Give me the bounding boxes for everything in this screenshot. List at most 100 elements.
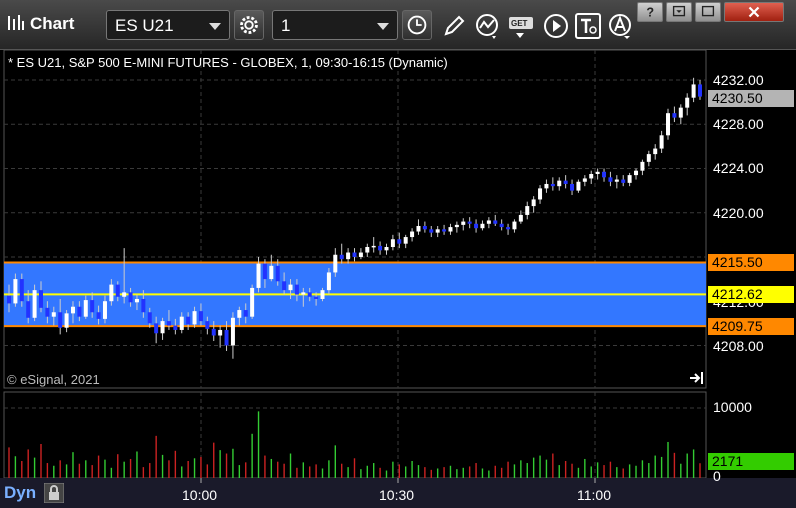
candle-body xyxy=(38,290,43,308)
copyright-text: © eSignal, 2021 xyxy=(7,372,100,387)
candle-body xyxy=(563,180,568,184)
candle-body xyxy=(506,227,511,230)
candle-body xyxy=(173,325,178,330)
candle-body xyxy=(237,310,242,318)
candle-body xyxy=(499,223,504,228)
candle-body xyxy=(627,175,632,183)
candle-body xyxy=(346,252,351,260)
candle-body xyxy=(288,284,293,291)
svg-text:?: ? xyxy=(646,6,654,20)
mid-line-tag: 4212.62 xyxy=(708,286,794,303)
candle-body xyxy=(128,292,133,303)
studies-icon[interactable] xyxy=(474,12,502,40)
candle-body xyxy=(13,279,18,304)
symbol-selector[interactable]: ES U21 xyxy=(106,10,230,40)
lock-icon[interactable] xyxy=(44,483,64,503)
candle-body xyxy=(461,221,466,225)
lower-band-tag: 4209.75 xyxy=(708,318,794,335)
interval-selector[interactable]: 1 xyxy=(272,10,398,40)
candle-body xyxy=(512,221,517,230)
volume-axis-label: 0 xyxy=(713,468,721,484)
candle-body xyxy=(659,135,664,149)
candle-body xyxy=(122,292,127,297)
candle-body xyxy=(416,225,421,232)
candle-body xyxy=(621,179,626,183)
candle-body xyxy=(358,252,363,257)
price-axis-label: 4232.00 xyxy=(713,72,764,88)
candle-body xyxy=(442,229,447,232)
candle-body xyxy=(429,229,434,233)
time-axis-label: 10:00 xyxy=(182,487,218,503)
play-icon[interactable] xyxy=(542,12,570,40)
price-chart[interactable] xyxy=(0,50,796,508)
pencil-draw-icon[interactable] xyxy=(440,12,468,40)
time-axis-label: 10:30 xyxy=(379,487,415,503)
candle-body xyxy=(653,148,658,155)
restore-icon[interactable] xyxy=(666,2,692,22)
candle-body xyxy=(96,312,101,319)
candle-body xyxy=(166,321,171,326)
price-pane-frame xyxy=(3,50,707,389)
settings-gear-icon[interactable] xyxy=(234,10,264,40)
candle-body xyxy=(32,290,37,318)
candle-body xyxy=(614,179,619,182)
candle-body xyxy=(544,183,549,189)
candle-body xyxy=(646,154,651,162)
price-axis-label: 4208.00 xyxy=(713,338,764,354)
candle-body xyxy=(186,316,191,325)
expand-right-icon[interactable] xyxy=(688,370,706,386)
price-axis-label: 4224.00 xyxy=(713,160,764,176)
minimize-icon[interactable] xyxy=(695,2,721,22)
candle-body xyxy=(666,113,671,136)
candle-body xyxy=(557,180,562,187)
candle-body xyxy=(211,328,216,336)
candle-body xyxy=(45,307,50,317)
candle-body xyxy=(26,301,31,318)
candle-body xyxy=(333,254,338,273)
candle-body xyxy=(403,237,408,244)
upper-band-tag: 4215.50 xyxy=(708,254,794,271)
candle-body xyxy=(672,113,677,118)
candle-body xyxy=(102,301,107,319)
price-axis-label: 4220.00 xyxy=(713,205,764,221)
candle-body xyxy=(691,84,696,98)
candle-body xyxy=(224,329,229,346)
chart-area: * ES U21, S&P 500 E-MINI FUTURES - GLOBE… xyxy=(0,50,796,508)
symbol-value: ES U21 xyxy=(115,16,174,35)
candle-body xyxy=(608,177,613,182)
alert-icon[interactable] xyxy=(606,12,634,40)
candle-body xyxy=(435,229,440,233)
help-icon[interactable]: ? xyxy=(637,2,663,22)
candle-body xyxy=(192,311,197,325)
chart-app-icon xyxy=(8,15,24,30)
candle-body xyxy=(320,290,325,299)
candle-body xyxy=(448,227,453,232)
candle-body xyxy=(474,223,479,229)
text-tool-icon[interactable] xyxy=(574,12,602,40)
candle-body xyxy=(134,298,139,303)
candle-body xyxy=(531,199,536,207)
candle-body xyxy=(518,214,523,222)
candle-body xyxy=(90,300,95,313)
candle-body xyxy=(160,321,165,334)
close-icon[interactable] xyxy=(724,2,784,22)
candle-body xyxy=(314,296,319,299)
candle-body xyxy=(230,317,235,346)
get-data-icon[interactable]: GET xyxy=(508,12,536,40)
candle-body xyxy=(538,188,543,200)
symbol-description: * ES U21, S&P 500 E-MINI FUTURES - GLOBE… xyxy=(8,55,448,70)
candle-body xyxy=(179,316,184,330)
candle-body xyxy=(634,170,639,176)
candle-body xyxy=(397,239,402,244)
candle-body xyxy=(698,84,702,97)
candle-body xyxy=(205,321,210,329)
candle-body xyxy=(352,252,357,257)
candle-body xyxy=(19,279,24,302)
toolbar: Chart ES U21 1 GET ? xyxy=(0,0,796,50)
candle-body xyxy=(570,183,575,191)
interval-value: 1 xyxy=(281,16,291,35)
candle-body xyxy=(154,323,159,334)
clock-icon[interactable] xyxy=(402,10,432,40)
volume-tag: 2171 xyxy=(708,453,794,470)
price-axis-label: 4228.00 xyxy=(713,116,764,132)
